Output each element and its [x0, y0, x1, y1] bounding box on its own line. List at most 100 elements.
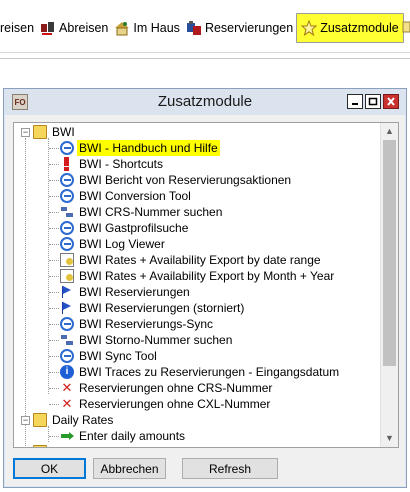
- tree-content: − BWI BWI - Handbuch und Hilfe BWI - Shortc…: [14, 123, 380, 447]
- ie-icon: [60, 349, 74, 363]
- toolbar-divider: [0, 52, 410, 59]
- minimize-icon: [352, 103, 358, 105]
- tree-module-item[interactable]: BWI Reservierungs-Sync: [60, 316, 215, 332]
- tree-item-label: BWI Reservierungen (storniert): [79, 301, 245, 315]
- tree-module-item[interactable]: BWI - Handbuch und Hilfe: [60, 140, 220, 156]
- tree-connector: [49, 228, 59, 229]
- folder-icon: [33, 413, 47, 427]
- module-tree[interactable]: − BWI BWI - Handbuch und Hilfe BWI - Shortc…: [13, 122, 399, 448]
- tree-connector: [49, 324, 59, 325]
- scroll-down-icon[interactable]: ▼: [381, 430, 398, 447]
- tree-item-label: BWI Rates + Availability Export by date …: [79, 253, 321, 267]
- tree-item-label: BWI Traces zu Reservierungen - Eingangsd…: [79, 365, 340, 379]
- tree-module-item[interactable]: ✕ Reservierungen ohne CXL-Nummer: [60, 396, 272, 412]
- tree-module-item[interactable]: BWI Conversion Tool: [60, 188, 193, 204]
- collapse-toggle-icon[interactable]: −: [21, 127, 30, 137]
- toolbar-departures-label: Abreisen: [59, 21, 109, 35]
- toolbar-arrivals-label: reisen: [0, 21, 35, 35]
- tree-item-label: BWI: [52, 125, 75, 139]
- toolbar-in-house-button[interactable]: Im Haus: [111, 15, 183, 41]
- tree-module-item[interactable]: BWI Bericht von Reservierungsaktionen: [60, 172, 293, 188]
- network-icon: [60, 205, 74, 219]
- dialog-title: Zusatzmodule: [157, 93, 253, 110]
- tree-item-label: BWI Gastprofilsuche: [79, 221, 189, 235]
- toolbar-in-house-label: Im Haus: [133, 21, 180, 35]
- tree-item-label: Reservierungen ohne CRS-Nummer: [79, 381, 273, 395]
- toolbar-departures-button[interactable]: Abreisen: [37, 15, 111, 41]
- tree-module-item[interactable]: BWI Rates + Availability Export by date …: [60, 252, 323, 268]
- document-icon: [60, 253, 74, 267]
- flag-icon: [60, 285, 74, 299]
- tree-connector: [49, 260, 59, 261]
- tree-module-item[interactable]: BWI Sync Tool: [60, 348, 159, 364]
- collapse-toggle-icon[interactable]: −: [21, 448, 30, 449]
- minimize-button[interactable]: [347, 94, 363, 109]
- toolbar-overflow-icon[interactable]: [402, 14, 410, 40]
- tree-module-item[interactable]: BWI - Shortcuts: [60, 156, 165, 172]
- tree-module-item[interactable]: BWI Storno-Nummer suchen: [60, 332, 234, 348]
- star-icon: [300, 19, 318, 37]
- tree-module-item[interactable]: BWI Reservierungen (storniert): [60, 300, 246, 316]
- ok-button[interactable]: OK: [13, 458, 86, 479]
- tree-item-label: Daily Rates: [52, 413, 114, 427]
- tree-connector: [49, 372, 59, 373]
- ie-icon: [60, 221, 74, 235]
- tree-group-node[interactable]: − BWI: [21, 124, 77, 140]
- ie-icon: [60, 173, 74, 187]
- document-icon: [60, 269, 74, 283]
- tree-module-item[interactable]: ✕ Reservierungen ohne CRS-Nummer: [60, 380, 274, 396]
- tree-module-item[interactable]: BWI Reservierungen: [60, 284, 192, 300]
- tree-connector: [48, 426, 49, 442]
- reservations-icon: [186, 20, 202, 36]
- info-icon: i: [60, 365, 74, 379]
- close-button[interactable]: [383, 94, 399, 109]
- tree-connector: [49, 388, 59, 389]
- tree-connector: [49, 404, 59, 405]
- refresh-button[interactable]: Refresh: [182, 458, 278, 479]
- tree-scrollbar[interactable]: ▲ ▼: [380, 123, 398, 447]
- maximize-icon: [368, 97, 378, 106]
- toolbar-arrivals-button[interactable]: reisen: [0, 15, 37, 41]
- tree-connector: [49, 180, 59, 181]
- tree-item-label: BWI Storno-Nummer suchen: [79, 333, 233, 347]
- tree-item-label: Reservierungen ohne CXL-Nummer: [79, 397, 271, 411]
- maximize-button[interactable]: [365, 94, 381, 109]
- tree-item-label: BWI - Handbuch und Hilfe: [77, 140, 220, 156]
- tree-connector: [49, 340, 59, 341]
- network-icon: [60, 333, 74, 347]
- tree-group-node[interactable]: − Datenbankwerkzeuge: [21, 444, 170, 449]
- tree-connector: [49, 276, 59, 277]
- tree-connector: [49, 196, 59, 197]
- in-house-icon: [114, 20, 130, 36]
- shortcut-icon: [60, 157, 74, 171]
- tree-module-item[interactable]: i BWI Traces zu Reservierungen - Eingangs…: [60, 364, 341, 380]
- toolbar-reservations-label: Reservierungen: [204, 21, 294, 35]
- dialog-titlebar[interactable]: FO Zusatzmodule: [4, 89, 406, 115]
- tree-connector: [49, 148, 59, 149]
- scroll-up-icon[interactable]: ▲: [381, 123, 398, 140]
- main-toolbar: reisen Abreisen Im Haus Reservierungen Z…: [0, 0, 410, 59]
- tree-module-item[interactable]: BWI Gastprofilsuche: [60, 220, 190, 236]
- tree-group-node[interactable]: − Daily Rates: [21, 412, 115, 428]
- scroll-thumb[interactable]: [383, 140, 396, 366]
- red-x-icon: ✕: [61, 380, 73, 395]
- zusatzmodule-dialog: FO Zusatzmodule − BWI BWI - Handbuch und H…: [3, 88, 407, 488]
- ie-icon: [60, 141, 74, 155]
- toolbar-zusatzmodule-label: Zusatzmodule: [320, 21, 399, 35]
- cancel-button[interactable]: Abbrechen: [93, 458, 166, 479]
- toolbar-reservations-button[interactable]: Reservierungen: [183, 15, 296, 41]
- tree-item-label: BWI Rates + Availability Export by Month…: [79, 269, 335, 283]
- ie-icon: [60, 317, 74, 331]
- tree-module-item[interactable]: Enter daily amounts: [60, 428, 187, 444]
- tree-connector: [49, 436, 59, 437]
- collapse-toggle-icon[interactable]: −: [21, 415, 30, 425]
- tree-connector: [49, 292, 59, 293]
- tree-item-label: Datenbankwerkzeuge: [50, 444, 170, 447]
- tree-module-item[interactable]: BWI CRS-Nummer suchen: [60, 204, 224, 220]
- tree-connector: [25, 138, 26, 447]
- tree-module-item[interactable]: BWI Log Viewer: [60, 236, 167, 252]
- tree-module-item[interactable]: BWI Rates + Availability Export by Month…: [60, 268, 336, 284]
- tree-item-label: BWI Log Viewer: [79, 237, 165, 251]
- green-arrow-icon: [60, 429, 74, 443]
- toolbar-zusatzmodule-button[interactable]: Zusatzmodule: [296, 13, 404, 43]
